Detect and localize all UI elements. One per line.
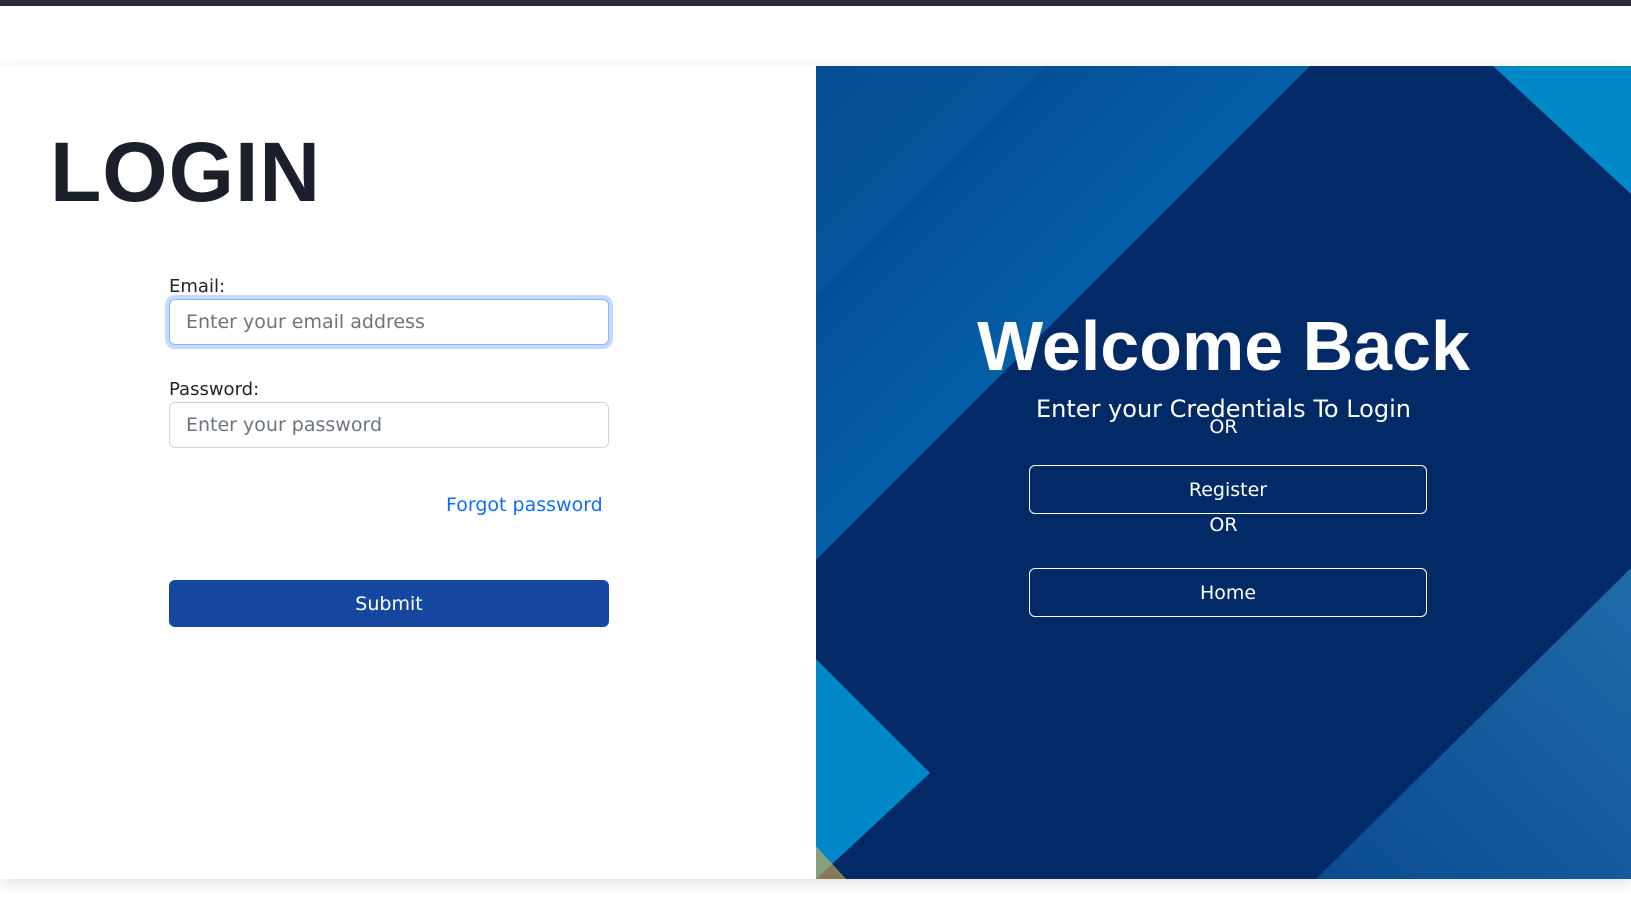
forgot-password-link[interactable]: Forgot password [446,494,603,516]
password-field[interactable] [169,402,609,448]
login-panel: LOGIN Email: Password: Forgot password S… [0,66,816,879]
password-label: Password: [169,379,260,400]
welcome-panel: Welcome Back Enter your Credentials To L… [816,66,1631,879]
page-title: LOGIN [50,125,321,219]
top-bar [0,0,1631,6]
or-divider-2: OR [1209,514,1238,536]
welcome-heading: Welcome Back [977,307,1470,385]
register-button[interactable]: Register [1029,465,1427,514]
home-button[interactable]: Home [1029,568,1427,617]
email-label: Email: [169,276,226,297]
submit-button[interactable]: Submit [169,580,609,627]
email-field[interactable] [169,299,609,345]
login-card: LOGIN Email: Password: Forgot password S… [0,66,1631,879]
or-divider-1: OR [1209,416,1238,438]
